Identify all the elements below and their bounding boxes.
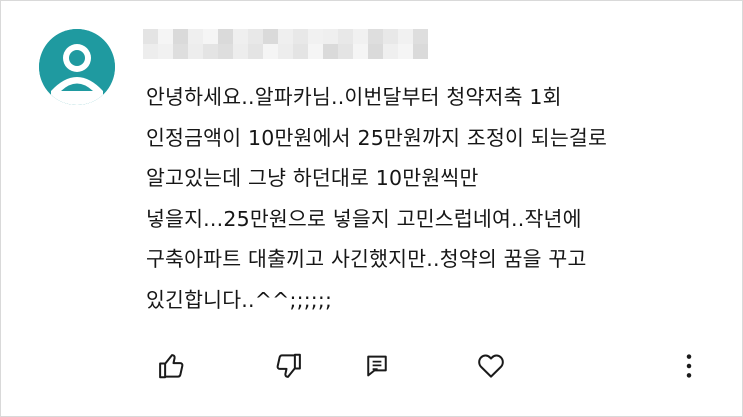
redaction-pixel (173, 44, 188, 59)
comment-line: 넣을지...25만원으로 넣을지 고민스럽네여..작년에 (146, 206, 582, 231)
redaction-pixel (188, 44, 203, 59)
redaction-pixel (338, 29, 353, 44)
reply-button[interactable] (359, 346, 395, 386)
thumbs-down-icon (276, 353, 301, 378)
like-button[interactable] (154, 346, 190, 386)
redaction-pixel (233, 44, 248, 59)
heart-icon (478, 354, 504, 378)
redaction-pixel (293, 29, 308, 44)
user-avatar[interactable] (39, 29, 115, 105)
redaction-pixel (188, 29, 203, 44)
comment-card: 안녕하세요..알파카님..이번달부터 청약저축 1회 인정금액이 10만원에서 … (0, 0, 743, 417)
redaction-pixel (203, 29, 218, 44)
redaction-pixel (158, 29, 173, 44)
dislike-button[interactable] (270, 346, 306, 386)
redaction-pixel (203, 44, 218, 59)
default-user-icon (39, 29, 115, 105)
redaction-pixel (383, 44, 398, 59)
comment-line: 알고있는데 그냥 하던대로 10만원씩만 (146, 166, 479, 190)
thumbs-up-icon (159, 354, 184, 379)
redaction-pixel (323, 29, 338, 44)
redaction-pixel (338, 44, 353, 59)
redaction-pixel (413, 44, 428, 59)
redaction-pixel (293, 44, 308, 59)
more-options-button[interactable] (671, 346, 707, 386)
redaction-pixel (398, 44, 413, 59)
redaction-pixel (263, 29, 278, 44)
redaction-pixel (158, 44, 173, 59)
redaction-pixel (218, 29, 233, 44)
comment-line: 인정금액이 10만원에서 25만원까지 조정이 되는걸로 (146, 125, 608, 150)
redaction-pixel (308, 44, 323, 59)
redaction-pixel (323, 44, 338, 59)
redaction-pixel (383, 29, 398, 44)
redaction-pixel (278, 44, 293, 59)
redaction-pixel (143, 29, 158, 44)
heart-button[interactable] (473, 346, 509, 386)
redaction-pixel (173, 29, 188, 44)
redaction-pixel (263, 44, 278, 59)
redaction-pixel (368, 29, 383, 44)
redaction-pixel (278, 29, 293, 44)
reply-comment-icon (367, 355, 387, 377)
comment-line: 안녕하세요..알파카님..이번달부터 청약저축 1회 (146, 85, 562, 109)
redaction-pixel (143, 44, 158, 59)
username-redacted (143, 29, 428, 59)
redaction-pixel (353, 44, 368, 59)
redaction-pixel (413, 29, 428, 44)
redaction-pixel (248, 29, 263, 44)
comment-line: 구축아파트 대출끼고 사긴했지만..청약의 꿈을 꾸고 (146, 247, 587, 271)
redaction-pixel (368, 44, 383, 59)
comment-actions (1, 346, 742, 390)
redaction-pixel (398, 29, 413, 44)
redaction-pixel (308, 29, 323, 44)
redaction-pixel (233, 29, 248, 44)
redaction-pixel (248, 44, 263, 59)
comment-text: 안녕하세요..알파카님..이번달부터 청약저축 1회 인정금액이 10만원에서 … (146, 77, 716, 320)
redaction-pixel (353, 29, 368, 44)
more-vertical-icon (686, 354, 692, 378)
comment-line: 있긴합니다..^^;;;;;; (146, 287, 333, 312)
redaction-pixel (218, 44, 233, 59)
